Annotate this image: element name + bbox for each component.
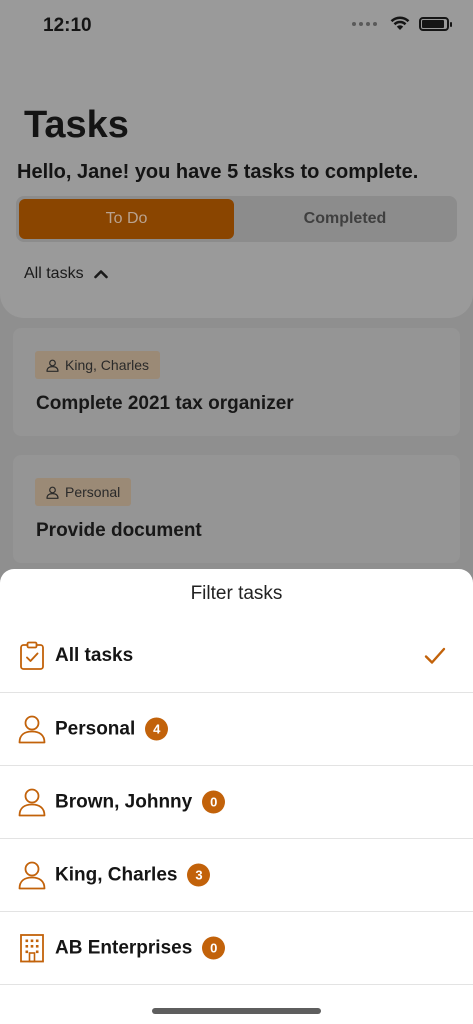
greeting-text: Hello, Jane! you have 5 tasks to complet… (17, 161, 419, 183)
battery-icon (419, 16, 452, 31)
filter-option-label: Personal 4 (55, 717, 169, 741)
task-status-segmented-control: To Do Completed (16, 196, 457, 242)
filter-toggle[interactable]: All tasks (24, 265, 108, 283)
checkmark-icon (424, 647, 446, 664)
home-indicator[interactable] (152, 1008, 321, 1014)
person-icon (46, 359, 59, 372)
wifi-icon (390, 16, 410, 30)
count-badge: 0 (202, 936, 226, 960)
count-badge: 3 (187, 863, 211, 887)
filter-option-personal[interactable]: Personal 4 (0, 693, 473, 766)
tab-todo[interactable]: To Do (19, 199, 234, 239)
task-card[interactable]: King, Charles Complete 2021 tax organize… (13, 328, 460, 436)
filter-option-ab-enterprises[interactable]: AB Enterprises 0 (0, 912, 473, 985)
filter-toggle-label: All tasks (24, 265, 84, 282)
task-tag-label: King, Charles (65, 357, 150, 373)
task-tag: King, Charles (35, 351, 161, 379)
status-time: 12:10 (43, 15, 92, 36)
person-icon (18, 861, 46, 890)
filter-option-label: All tasks (55, 645, 133, 667)
status-icons (352, 16, 452, 31)
task-title: Complete 2021 tax organizer (36, 393, 294, 414)
person-icon (18, 788, 46, 817)
count-badge: 0 (202, 790, 226, 814)
status-bar: 12:10 (0, 0, 473, 54)
clipboard-check-icon (20, 641, 44, 670)
filter-option-all-tasks[interactable]: All tasks (0, 620, 473, 693)
task-title: Provide document (36, 520, 202, 541)
signal-icon (352, 21, 377, 26)
filter-option-label: AB Enterprises 0 (55, 936, 226, 960)
filter-option-king-charles[interactable]: King, Charles 3 (0, 839, 473, 912)
task-tag: Personal (35, 478, 132, 506)
filter-option-text: Personal (55, 718, 136, 739)
header-card: 12:10 Tasks Hello, Jane! you have 5 task… (0, 0, 473, 318)
task-card[interactable]: Personal Provide document (13, 455, 460, 563)
page-title: Tasks (24, 104, 129, 146)
sheet-title: Filter tasks (190, 583, 283, 604)
filter-bottom-sheet: Filter tasks All tasks Personal 4 Brown,… (0, 569, 473, 1024)
building-icon (20, 934, 44, 963)
filter-option-text: Brown, Johnny (55, 791, 193, 812)
tab-completed[interactable]: Completed (236, 199, 454, 239)
filter-option-text: AB Enterprises (55, 937, 193, 958)
task-tag-label: Personal (65, 484, 121, 500)
person-icon (46, 486, 59, 499)
filter-option-brown-johnny[interactable]: Brown, Johnny 0 (0, 766, 473, 839)
count-badge: 4 (145, 717, 169, 741)
filter-option-text: All tasks (55, 645, 134, 666)
person-icon (18, 715, 46, 744)
filter-option-text: King, Charles (55, 864, 178, 885)
filter-option-label: Brown, Johnny 0 (55, 790, 226, 814)
chevron-up-icon (93, 270, 108, 279)
filter-option-label: King, Charles 3 (55, 863, 211, 887)
